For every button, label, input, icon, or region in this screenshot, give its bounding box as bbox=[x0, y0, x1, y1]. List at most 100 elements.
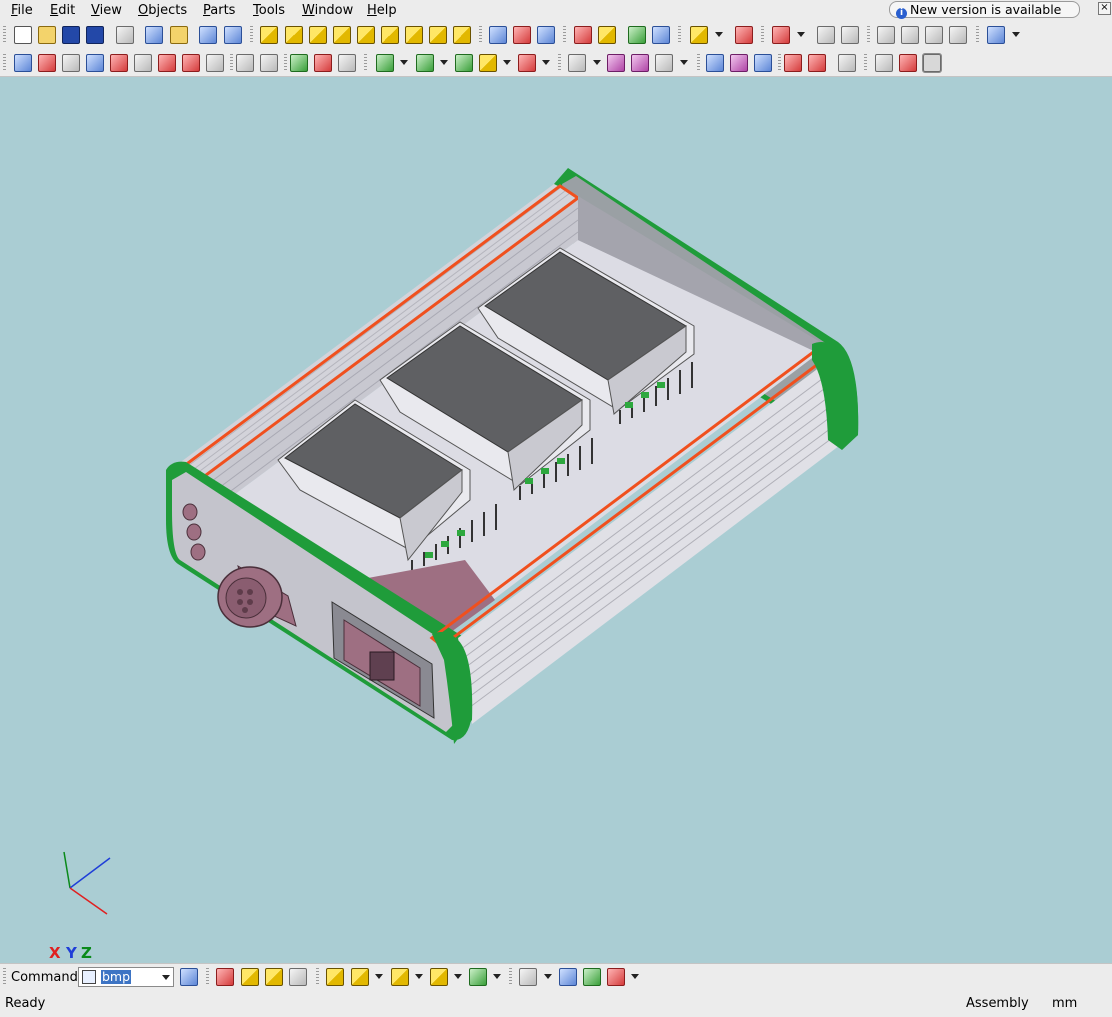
redo-icon[interactable] bbox=[224, 26, 242, 44]
3d-viewport[interactable]: X Y Z bbox=[0, 77, 1112, 963]
chevron-down-icon[interactable] bbox=[162, 975, 170, 980]
pin-icon[interactable] bbox=[479, 54, 497, 72]
cylinder-primitive-icon[interactable] bbox=[285, 26, 303, 44]
snap-icon[interactable] bbox=[86, 54, 104, 72]
menu-view[interactable]: View bbox=[91, 3, 122, 18]
chevron-down-icon[interactable] bbox=[374, 973, 384, 981]
link-icon[interactable] bbox=[62, 54, 80, 72]
toolbar-grip[interactable] bbox=[761, 26, 764, 44]
toolbar-grip[interactable] bbox=[864, 54, 867, 72]
arrow-select-icon[interactable] bbox=[655, 54, 673, 72]
assembly-check-icon[interactable] bbox=[469, 968, 487, 986]
part-list-icon[interactable] bbox=[519, 968, 537, 986]
toolbar-grip[interactable] bbox=[364, 54, 367, 72]
zoom-object-icon[interactable] bbox=[817, 26, 835, 44]
chevron-down-icon[interactable] bbox=[630, 973, 640, 981]
toolbar-grip[interactable] bbox=[316, 968, 319, 986]
new-document-icon[interactable] bbox=[14, 26, 32, 44]
export-icon[interactable] bbox=[180, 968, 198, 986]
attribute-icon[interactable] bbox=[134, 54, 152, 72]
insert-part-icon[interactable] bbox=[376, 54, 394, 72]
boolean-subtract-icon[interactable] bbox=[598, 26, 616, 44]
toolbar-grip[interactable] bbox=[479, 26, 482, 44]
menu-help[interactable]: Help bbox=[367, 3, 397, 18]
scissors-icon[interactable] bbox=[314, 54, 332, 72]
toolbar-grip[interactable] bbox=[3, 26, 6, 44]
zoom-all-icon[interactable] bbox=[949, 26, 967, 44]
chevron-down-icon[interactable] bbox=[453, 973, 463, 981]
solid-box-icon[interactable] bbox=[260, 54, 278, 72]
paste-icon[interactable] bbox=[170, 26, 188, 44]
toolbar-grip[interactable] bbox=[3, 968, 6, 986]
zoom-selection-icon[interactable] bbox=[841, 26, 859, 44]
menu-file[interactable]: File bbox=[11, 3, 33, 18]
chevron-down-icon[interactable] bbox=[414, 973, 424, 981]
measure-icon[interactable] bbox=[14, 54, 32, 72]
angle-profile-icon[interactable] bbox=[265, 968, 283, 986]
pattern-icon[interactable] bbox=[808, 54, 826, 72]
bom-icon[interactable] bbox=[607, 968, 625, 986]
pen-icon[interactable] bbox=[290, 54, 308, 72]
explode-icon[interactable] bbox=[631, 54, 649, 72]
open-folder-icon[interactable] bbox=[38, 26, 56, 44]
toolbar-grip[interactable] bbox=[284, 54, 287, 72]
delete-icon[interactable] bbox=[38, 54, 56, 72]
menu-tools[interactable]: Tools bbox=[253, 3, 285, 18]
box-icon[interactable] bbox=[216, 968, 234, 986]
wedge-primitive-icon[interactable] bbox=[309, 26, 327, 44]
menu-edit[interactable]: Edit bbox=[50, 3, 75, 18]
zoom-in-icon[interactable] bbox=[877, 26, 895, 44]
toolbar-grip[interactable] bbox=[778, 54, 781, 72]
text-icon[interactable] bbox=[289, 968, 307, 986]
toolbar-grip[interactable] bbox=[976, 26, 979, 44]
mirror-icon[interactable] bbox=[784, 54, 802, 72]
group-icon[interactable] bbox=[110, 54, 128, 72]
align-icon[interactable] bbox=[730, 54, 748, 72]
copy-icon[interactable] bbox=[145, 26, 163, 44]
wireframe-box-icon[interactable] bbox=[236, 54, 254, 72]
chevron-down-icon[interactable] bbox=[502, 59, 512, 67]
tools-icon[interactable] bbox=[206, 54, 224, 72]
library-icon[interactable] bbox=[455, 54, 473, 72]
toolbar-grip[interactable] bbox=[678, 26, 681, 44]
chevron-down-icon[interactable] bbox=[492, 973, 502, 981]
clip-icon[interactable] bbox=[537, 26, 555, 44]
workplane-icon[interactable] bbox=[875, 54, 893, 72]
insert-assembly-icon[interactable] bbox=[416, 54, 434, 72]
section-plane-icon[interactable] bbox=[513, 26, 531, 44]
chevron-down-icon[interactable] bbox=[796, 31, 806, 39]
print-icon[interactable] bbox=[116, 26, 134, 44]
zoom-out-icon[interactable] bbox=[901, 26, 919, 44]
profile-icon[interactable] bbox=[241, 968, 259, 986]
menu-parts[interactable]: Parts bbox=[203, 3, 235, 18]
rotate-icon[interactable] bbox=[754, 54, 772, 72]
toolbar-grip[interactable] bbox=[206, 968, 209, 986]
menu-objects[interactable]: Objects bbox=[138, 3, 187, 18]
properties-icon[interactable] bbox=[838, 54, 856, 72]
toolbar-grip[interactable] bbox=[230, 54, 233, 72]
sphere-primitive-icon[interactable] bbox=[381, 26, 399, 44]
menu-window[interactable]: Window bbox=[302, 3, 353, 18]
extrude-icon[interactable] bbox=[690, 26, 708, 44]
help-query-icon[interactable] bbox=[607, 54, 625, 72]
toolbar-grip[interactable] bbox=[3, 54, 6, 72]
dimension-icon[interactable] bbox=[735, 26, 753, 44]
move-icon[interactable] bbox=[652, 26, 670, 44]
pipe-primitive-icon[interactable] bbox=[405, 26, 423, 44]
constraint-icon[interactable] bbox=[182, 54, 200, 72]
save-icon[interactable] bbox=[62, 26, 80, 44]
assembly-link-icon[interactable] bbox=[391, 968, 409, 986]
boolean-union-icon[interactable] bbox=[574, 26, 592, 44]
assembly-remove-icon[interactable] bbox=[430, 968, 448, 986]
assembly-place-icon[interactable] bbox=[351, 968, 369, 986]
command-input[interactable]: bmp bbox=[78, 967, 174, 987]
toolbar-grip[interactable] bbox=[250, 26, 253, 44]
axis-icon[interactable] bbox=[706, 54, 724, 72]
chevron-down-icon[interactable] bbox=[714, 31, 724, 39]
assembly-add-icon[interactable] bbox=[326, 968, 344, 986]
toolbar-grip[interactable] bbox=[509, 968, 512, 986]
query-icon[interactable] bbox=[568, 54, 586, 72]
paint-drop-icon[interactable] bbox=[583, 968, 601, 986]
view-2d-icon[interactable] bbox=[899, 54, 917, 72]
chevron-down-icon[interactable] bbox=[541, 59, 551, 67]
